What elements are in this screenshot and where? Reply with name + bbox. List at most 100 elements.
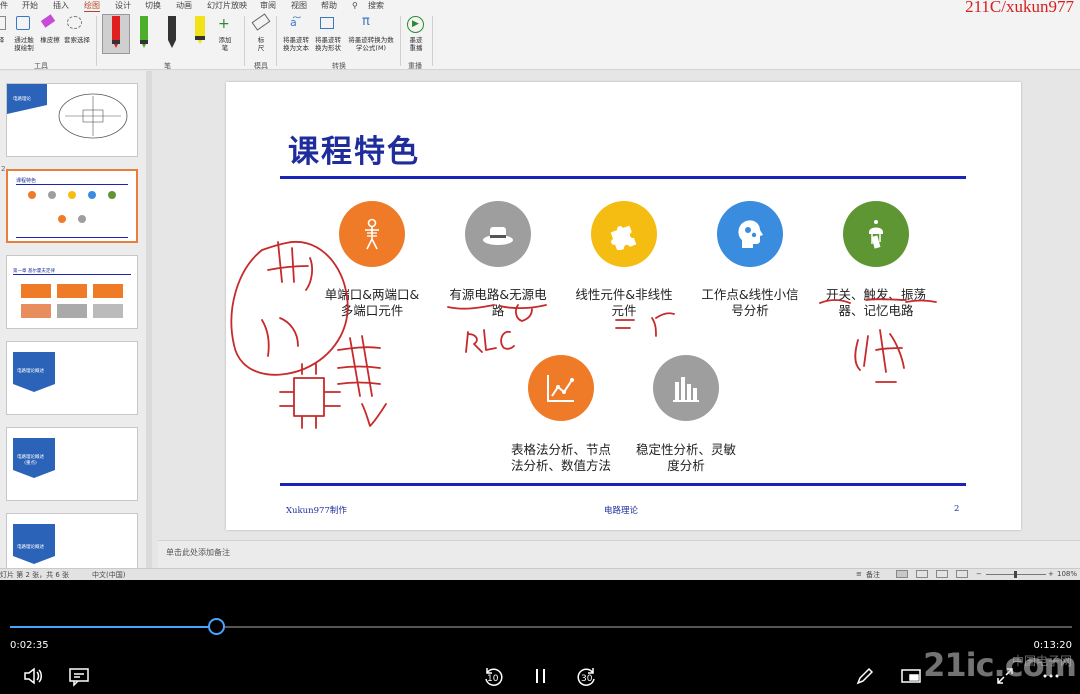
reading-view-icon[interactable]: [936, 570, 948, 578]
draw-ribbon: 择 通过触 摸绘制 橡皮擦 套索选择 工具 + 添加 笔 笔 标 尺 模具 a͠…: [0, 12, 1080, 70]
divider: [96, 16, 97, 66]
footer-rule: [280, 483, 966, 486]
feature-label-2: 有源电路&无源电 路: [449, 287, 547, 318]
feature-icon-2: [465, 201, 531, 267]
zoom-in-icon[interactable]: +: [1048, 570, 1054, 578]
slide-count-status: 灯片 第 2 张，共 6 张: [0, 571, 70, 579]
slide-thumbnail-3[interactable]: 第一章 基尔霍夫定律: [6, 255, 138, 329]
pen-set-icon[interactable]: [106, 14, 216, 56]
ink-to-text-label[interactable]: 将墨迹转 换为文本: [280, 36, 312, 52]
lasso-icon[interactable]: [67, 16, 82, 29]
feature-icon-6: [528, 355, 594, 421]
thumb-box: [57, 304, 87, 318]
seek-bar[interactable]: [10, 618, 1072, 635]
slide-thumbnail-5[interactable]: 电路理论概述 (重点): [6, 427, 138, 501]
volume-icon[interactable]: [22, 665, 44, 687]
menu-review[interactable]: 审阅: [260, 0, 276, 11]
slide-sorter-icon[interactable]: [916, 570, 928, 578]
menu-file[interactable]: 件: [0, 0, 8, 11]
stencils-group-label: 模具: [254, 62, 268, 70]
seek-bar-thumb[interactable]: [208, 618, 226, 635]
skip-back-icon[interactable]: 10: [482, 665, 504, 687]
menu-design[interactable]: 设计: [115, 0, 131, 11]
touch-draw-label: 通过触 摸绘制: [14, 36, 34, 52]
slide-canvas[interactable]: 课程特色 单端口&两端口& 多端口元件 有源电路&无源电 路 线性元件&非线性 …: [226, 82, 1021, 530]
ink-to-shape-label[interactable]: 将墨迹转 换为形状: [312, 36, 344, 52]
wind-chime-icon: [869, 220, 883, 249]
thumb-box: [93, 304, 123, 318]
status-bar: 灯片 第 2 张，共 6 张 中文(中国) ≡ 备注 − + 108%: [0, 568, 1080, 580]
ink-replay-icon[interactable]: ▶: [407, 16, 424, 33]
thumb-title: 电路理论: [13, 97, 31, 102]
thumb-rule: [13, 274, 131, 275]
hat-icon: [483, 227, 513, 245]
captions-icon[interactable]: [68, 665, 90, 687]
notes-pane[interactable]: 单击此处添加备注: [158, 540, 1080, 568]
feature-label-6: 表格法分析、节点 法分析、数值方法: [510, 442, 611, 473]
puzzle-icon: [610, 225, 637, 250]
thumbnail-scrollbar[interactable]: [146, 71, 152, 568]
thumb-icon: [68, 191, 76, 199]
thumb-title: 课程特色: [16, 178, 37, 184]
menu-search[interactable]: 搜索: [368, 0, 384, 11]
menu-bar: 件 开始 插入 绘图 设计 切换 动画 幻灯片放映 审阅 视图 帮助 ⚲ 搜索 …: [0, 0, 1080, 16]
ink-to-math-icon[interactable]: π: [362, 14, 370, 29]
ink-to-text-icon[interactable]: a͠: [290, 16, 297, 29]
convert-group-label: 转换: [332, 62, 346, 70]
feature-label-3: 线性元件&非线性 元件: [575, 287, 673, 318]
normal-view-icon[interactable]: [896, 570, 908, 578]
thumb-icon: [28, 191, 36, 199]
feature-label-4: 工作点&线性小信 号分析: [701, 287, 799, 318]
slide-title: 课程特色: [288, 134, 420, 170]
slide-thumbnail-4[interactable]: 电路理论概述: [6, 341, 138, 415]
pause-icon[interactable]: [530, 665, 552, 687]
head-gears-icon: [738, 220, 763, 248]
thumb-icon: [58, 215, 66, 223]
menu-view[interactable]: 视图: [291, 0, 307, 11]
eraser-icon[interactable]: [40, 14, 56, 28]
menu-help[interactable]: 帮助: [321, 0, 337, 11]
zoom-slider-thumb[interactable]: [1014, 571, 1017, 578]
title-rule: [280, 176, 966, 179]
current-time: 0:02:35: [10, 640, 49, 651]
notes-toggle-icon[interactable]: ≡: [856, 570, 862, 578]
menu-slideshow[interactable]: 幻灯片放映: [207, 0, 247, 11]
ink-replay-label[interactable]: 墨迹 重播: [404, 36, 428, 52]
divider: [276, 16, 277, 66]
skip-forward-icon[interactable]: 30: [576, 665, 598, 687]
ruler-label[interactable]: 标 尺: [252, 36, 270, 52]
notes-toggle-button[interactable]: 备注: [866, 570, 880, 580]
touch-draw-icon[interactable]: [16, 16, 30, 30]
skip-forward-seconds: 30: [581, 674, 593, 684]
zoom-out-icon[interactable]: −: [976, 570, 982, 578]
slide-thumbnail-1[interactable]: 电路理论: [6, 83, 138, 157]
ink-to-shape-icon[interactable]: [320, 17, 334, 29]
menu-animations[interactable]: 动画: [176, 0, 192, 11]
divider: [400, 16, 401, 66]
slide-thumbnail-2[interactable]: 课程特色: [6, 169, 138, 243]
add-pen-icon[interactable]: +: [218, 16, 230, 32]
zoom-level[interactable]: 108%: [1057, 570, 1077, 578]
menu-home[interactable]: 开始: [22, 0, 38, 11]
thumb-icon: [78, 215, 86, 223]
thumb-icon: [48, 191, 56, 199]
notes-placeholder[interactable]: 单击此处添加备注: [166, 547, 230, 558]
feature-label-7: 稳定性分析、灵敏 度分析: [635, 442, 736, 473]
slideshow-icon[interactable]: [956, 570, 968, 578]
select-label: 择: [0, 36, 5, 44]
mini-view-icon[interactable]: [900, 665, 922, 687]
add-pen-label[interactable]: 添加 笔: [214, 36, 236, 52]
thumb-title: 电路理论概述: [17, 545, 44, 550]
ruler-icon[interactable]: [251, 13, 271, 31]
thumb-box: [21, 284, 51, 298]
menu-insert[interactable]: 插入: [53, 0, 69, 11]
feature-icon-3: [591, 201, 657, 267]
ink-to-math-label[interactable]: 将墨迹转换为数 学公式(M): [344, 36, 398, 52]
language-status[interactable]: 中文(中国): [92, 570, 125, 580]
search-icon[interactable]: ⚲: [352, 0, 358, 11]
thumb-rule: [16, 237, 128, 238]
menu-transitions[interactable]: 切换: [145, 0, 161, 11]
thumb-box: [93, 284, 123, 298]
select-icon[interactable]: [0, 16, 6, 30]
pen-icon[interactable]: [854, 665, 876, 687]
